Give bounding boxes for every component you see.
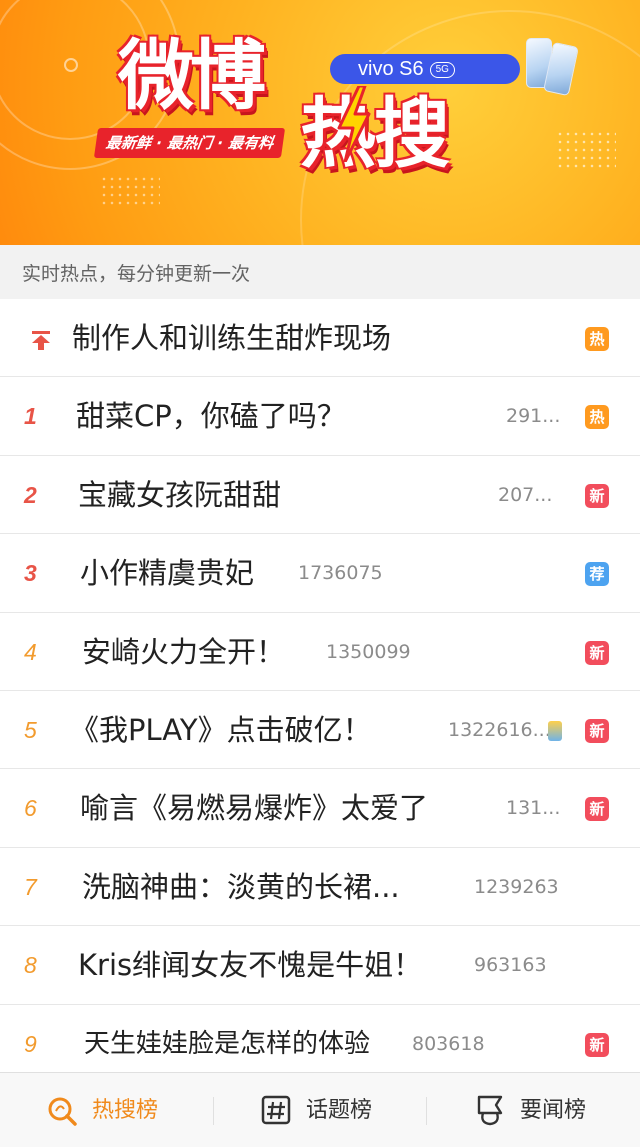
rank-number: 6: [24, 795, 37, 822]
tab-divider: [426, 1097, 427, 1125]
tab-hot-search[interactable]: 热搜榜: [46, 1073, 206, 1147]
list-item-title: 甜菜CP，你磕了吗？: [76, 399, 346, 434]
decor-dot-grid: [100, 175, 160, 205]
rank-number: 7: [24, 873, 37, 900]
rank-number: 3: [24, 560, 37, 587]
tab-label: 话题榜: [306, 1098, 373, 1123]
update-hint: 实时热点，每分钟更新一次: [0, 245, 640, 299]
tab-divider: [213, 1097, 214, 1125]
list-item-title: 小作精虞贵妃: [80, 556, 255, 591]
bottom-tab-bar: 热搜榜 话题榜 要闻榜: [0, 1072, 640, 1147]
rank-number: 4: [24, 638, 37, 665]
hashtag-icon: [261, 1095, 291, 1125]
tab-label: 要闻榜: [520, 1098, 587, 1123]
list-item[interactable]: 7 洗脑神曲：淡黄的长裙... 1239263: [0, 848, 640, 927]
pin-top-icon: [32, 331, 50, 350]
heat-count: 1322616...: [448, 718, 551, 741]
new-badge: 新: [585, 718, 609, 743]
new-badge: 新: [585, 797, 609, 822]
decor-dot-grid: [556, 130, 616, 170]
rank-number: 1: [24, 403, 37, 430]
ad-5g-badge: 5G: [429, 61, 455, 78]
hot-search-list: 制作人和训练生甜炸现场 热 1 甜菜CP，你磕了吗？ 291... 热 2 宝藏…: [0, 299, 640, 1083]
heat-count: 963163: [474, 954, 547, 977]
rank-number: 5: [24, 716, 37, 743]
list-item-title: 喻言《易燃易爆炸》太爱了: [80, 791, 429, 826]
list-item-title: 天生娃娃脸是怎样的体验: [84, 1028, 371, 1059]
tab-label: 热搜榜: [92, 1098, 159, 1123]
banner-tagline: 最新鲜 · 最热门 · 最有料: [93, 128, 286, 158]
banner-title-weibo: 微博: [118, 31, 266, 120]
heat-count: 1350099: [326, 640, 411, 663]
list-item-title: 制作人和训练生甜炸现场: [72, 321, 392, 355]
list-item-title: 宝藏女孩阮甜甜: [78, 477, 282, 512]
list-item-title: Kris绯闻女友不愧是牛姐！: [78, 948, 423, 983]
list-item[interactable]: 1 甜菜CP，你磕了吗？ 291... 热: [0, 377, 640, 456]
list-item[interactable]: 3 小作精虞贵妃 1736075 荐: [0, 534, 640, 613]
new-badge: 新: [585, 1032, 609, 1057]
banner-title-resou: 热搜: [300, 89, 450, 178]
new-badge: 新: [585, 640, 609, 665]
recommend-badge: 荐: [585, 562, 609, 587]
news-icon: [477, 1095, 503, 1126]
weibo-hot-search-page: vivo S6 5G 微博 热搜 最新鲜 · 最热门 · 最有料 实时热点，每分钟…: [0, 0, 640, 1147]
new-badge: 新: [585, 483, 609, 508]
heat-count: 1736075: [298, 562, 383, 585]
heat-count: 207...: [498, 483, 553, 506]
list-item-title: 安崎火力全开！: [82, 634, 286, 669]
tab-news[interactable]: 要闻榜: [474, 1073, 634, 1147]
heat-count: 803618: [412, 1032, 485, 1055]
ad-brand-text: vivo S6: [358, 58, 424, 80]
heat-count: 291...: [506, 405, 561, 428]
list-item[interactable]: 8 Kris绯闻女友不愧是牛姐！ 963163: [0, 926, 640, 1005]
list-item[interactable]: 4 安崎火力全开！ 1350099 新: [0, 613, 640, 691]
hot-search-banner[interactable]: vivo S6 5G 微博 热搜 最新鲜 · 最热门 · 最有料: [0, 0, 640, 245]
list-item[interactable]: 6 喻言《易燃易爆炸》太爱了 131... 新: [0, 769, 640, 848]
list-item-pinned[interactable]: 制作人和训练生甜炸现场 热: [0, 299, 640, 378]
ad-brand-pill: vivo S6 5G: [330, 54, 520, 84]
tab-topics[interactable]: 话题榜: [260, 1073, 420, 1147]
list-item[interactable]: 5 《我PLAY》点击破亿！ 1322616... 新: [0, 691, 640, 770]
emoji-sticker-icon: [548, 720, 562, 741]
decor-dot: [64, 58, 78, 72]
search-hot-icon: [48, 1097, 77, 1126]
heat-count: 1239263: [474, 875, 559, 898]
hot-badge: 热: [585, 327, 609, 351]
list-item-title: 洗脑神曲：淡黄的长裙...: [82, 869, 400, 904]
lightning-icon: [337, 86, 371, 162]
list-item-title: 《我PLAY》点击破亿！: [70, 712, 372, 747]
rank-number: 9: [24, 1030, 37, 1057]
hot-badge: 热: [585, 405, 609, 430]
list-item[interactable]: 2 宝藏女孩阮甜甜 207... 新: [0, 456, 640, 535]
rank-number: 2: [24, 481, 37, 508]
rank-number: 8: [24, 952, 37, 979]
heat-count: 131...: [506, 797, 561, 820]
